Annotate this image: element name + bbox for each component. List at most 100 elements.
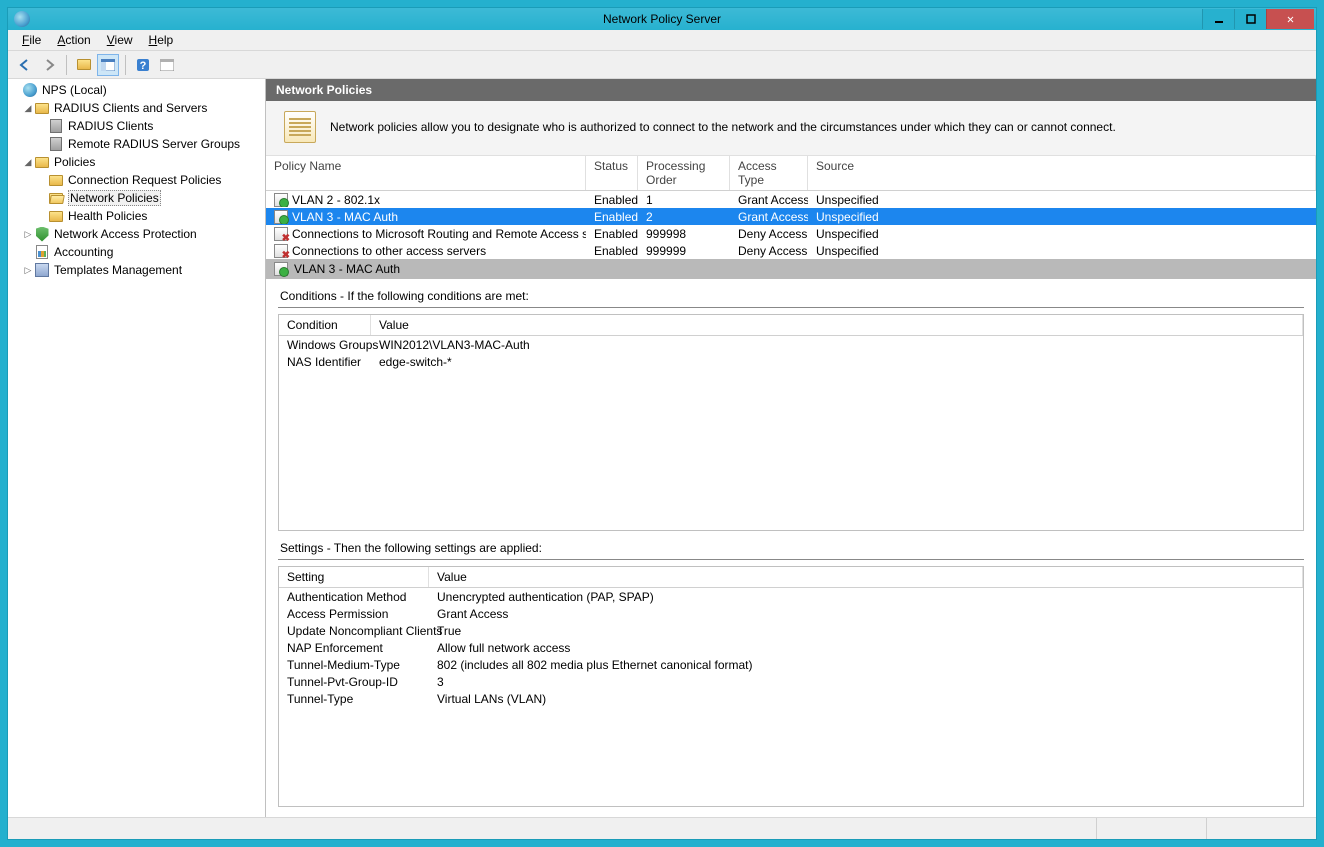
- expander-icon[interactable]: ◢: [22, 103, 34, 114]
- tree-label: Accounting: [54, 245, 113, 259]
- condition-name: NAS Identifier: [279, 355, 371, 369]
- minimize-button[interactable]: [1202, 9, 1234, 29]
- selected-policy-header: VLAN 3 - MAC Auth: [266, 259, 1316, 279]
- notepad-icon: [284, 111, 316, 143]
- folder-icon: [34, 154, 50, 170]
- show-hide-button[interactable]: [97, 54, 119, 76]
- col-access[interactable]: Access Type: [730, 156, 808, 190]
- settings-title: Settings - Then the following settings a…: [278, 537, 1304, 560]
- folder-icon: [34, 100, 50, 116]
- policy-order: 1: [638, 193, 730, 207]
- policy-status: Enabled: [586, 227, 638, 241]
- policies-grid[interactable]: Policy Name Status Processing Order Acce…: [266, 156, 1316, 259]
- col-condition-value[interactable]: Value: [371, 315, 1303, 335]
- setting-row[interactable]: Access PermissionGrant Access: [279, 605, 1303, 622]
- globe-icon: [22, 82, 38, 98]
- col-status[interactable]: Status: [586, 156, 638, 190]
- setting-row[interactable]: Update Noncompliant ClientsTrue: [279, 622, 1303, 639]
- setting-row[interactable]: Tunnel-Pvt-Group-ID3: [279, 673, 1303, 690]
- setting-row[interactable]: Tunnel-TypeVirtual LANs (VLAN): [279, 690, 1303, 707]
- settings-section: Settings - Then the following settings a…: [266, 531, 1316, 817]
- main-panel: Network Policies Network policies allow …: [266, 79, 1316, 817]
- col-source[interactable]: Source: [808, 156, 1316, 190]
- policy-row[interactable]: Connections to Microsoft Routing and Rem…: [266, 225, 1316, 242]
- setting-name: Tunnel-Pvt-Group-ID: [279, 675, 429, 689]
- intro-text: Network policies allow you to designate …: [330, 120, 1116, 134]
- tree-remote-groups[interactable]: Remote RADIUS Server Groups: [8, 135, 265, 153]
- tree-radius-clients[interactable]: RADIUS Clients: [8, 117, 265, 135]
- forward-button[interactable]: [38, 54, 60, 76]
- policy-access: Deny Access: [730, 227, 808, 241]
- tree-templates[interactable]: ▷ Templates Management: [8, 261, 265, 279]
- template-icon: [34, 262, 50, 278]
- setting-name: Tunnel-Medium-Type: [279, 658, 429, 672]
- maximize-button[interactable]: [1234, 9, 1266, 29]
- tree-network-policies[interactable]: Network Policies: [8, 189, 265, 207]
- policy-name: VLAN 2 - 802.1x: [292, 193, 380, 207]
- conditions-grid[interactable]: Condition Value Windows GroupsWIN2012\VL…: [278, 314, 1304, 531]
- policy-enabled-icon: [274, 193, 288, 207]
- policy-order: 999998: [638, 227, 730, 241]
- menu-help[interactable]: Help: [141, 30, 182, 50]
- tree-root[interactable]: NPS (Local): [8, 81, 265, 99]
- menu-view[interactable]: View: [99, 30, 141, 50]
- folder-icon: [77, 59, 91, 70]
- settings-grid[interactable]: Setting Value Authentication MethodUnenc…: [278, 566, 1304, 807]
- close-button[interactable]: ✕: [1266, 9, 1314, 29]
- setting-name: Authentication Method: [279, 590, 429, 604]
- setting-row[interactable]: Tunnel-Medium-Type802 (includes all 802 …: [279, 656, 1303, 673]
- condition-name: Windows Groups: [279, 338, 371, 352]
- folder-icon: [48, 208, 64, 224]
- toolbar-separator: [125, 55, 126, 75]
- setting-name: Tunnel-Type: [279, 692, 429, 706]
- setting-value: Allow full network access: [429, 641, 1303, 655]
- grid-header[interactable]: Policy Name Status Processing Order Acce…: [266, 156, 1316, 191]
- policy-order: 2: [638, 210, 730, 224]
- tree-accounting[interactable]: Accounting: [8, 243, 265, 261]
- tree-policies[interactable]: ◢ Policies: [8, 153, 265, 171]
- setting-row[interactable]: NAP EnforcementAllow full network access: [279, 639, 1303, 656]
- policy-row[interactable]: VLAN 2 - 802.1xEnabled1Grant AccessUnspe…: [266, 191, 1316, 208]
- tree-label: RADIUS Clients and Servers: [54, 101, 207, 115]
- expander-icon[interactable]: ▷: [22, 265, 34, 276]
- menu-file[interactable]: File: [14, 30, 49, 50]
- policy-source: Unspecified: [808, 193, 1316, 207]
- tree-radius-group[interactable]: ◢ RADIUS Clients and Servers: [8, 99, 265, 117]
- up-button[interactable]: [73, 54, 95, 76]
- policy-source: Unspecified: [808, 244, 1316, 258]
- col-condition[interactable]: Condition: [279, 315, 371, 335]
- conditions-header[interactable]: Condition Value: [279, 315, 1303, 336]
- properties-button[interactable]: [156, 54, 178, 76]
- settings-header[interactable]: Setting Value: [279, 567, 1303, 588]
- tree-nap[interactable]: ▷ Network Access Protection: [8, 225, 265, 243]
- window-title: Network Policy Server: [603, 12, 721, 26]
- help-button[interactable]: ?: [132, 54, 154, 76]
- col-order[interactable]: Processing Order: [638, 156, 730, 190]
- tree-crp[interactable]: Connection Request Policies: [8, 171, 265, 189]
- navigation-tree[interactable]: NPS (Local) ◢ RADIUS Clients and Servers…: [8, 79, 266, 817]
- policy-access: Grant Access: [730, 210, 808, 224]
- policy-row[interactable]: Connections to other access serversEnabl…: [266, 242, 1316, 259]
- setting-row[interactable]: Authentication MethodUnencrypted authent…: [279, 588, 1303, 605]
- expander-icon[interactable]: ▷: [22, 229, 34, 240]
- col-setting[interactable]: Setting: [279, 567, 429, 587]
- panel-title: Network Policies: [266, 79, 1316, 101]
- policy-access: Deny Access: [730, 244, 808, 258]
- back-button[interactable]: [14, 54, 36, 76]
- setting-name: Update Noncompliant Clients: [279, 624, 429, 638]
- col-policy-name[interactable]: Policy Name: [266, 156, 586, 190]
- col-setting-value[interactable]: Value: [429, 567, 1303, 587]
- policy-row[interactable]: VLAN 3 - MAC AuthEnabled2Grant AccessUns…: [266, 208, 1316, 225]
- tree-label: NPS (Local): [42, 83, 107, 97]
- policy-source: Unspecified: [808, 227, 1316, 241]
- tree-label: Policies: [54, 155, 95, 169]
- expander-icon[interactable]: ◢: [22, 157, 34, 168]
- menu-action[interactable]: Action: [49, 30, 98, 50]
- report-icon: [34, 244, 50, 260]
- condition-row[interactable]: NAS Identifieredge-switch-*: [279, 353, 1303, 370]
- policy-name: VLAN 3 - MAC Auth: [292, 210, 398, 224]
- tree-label: Remote RADIUS Server Groups: [68, 137, 240, 151]
- condition-row[interactable]: Windows GroupsWIN2012\VLAN3-MAC-Auth: [279, 336, 1303, 353]
- tree-hp[interactable]: Health Policies: [8, 207, 265, 225]
- setting-name: Access Permission: [279, 607, 429, 621]
